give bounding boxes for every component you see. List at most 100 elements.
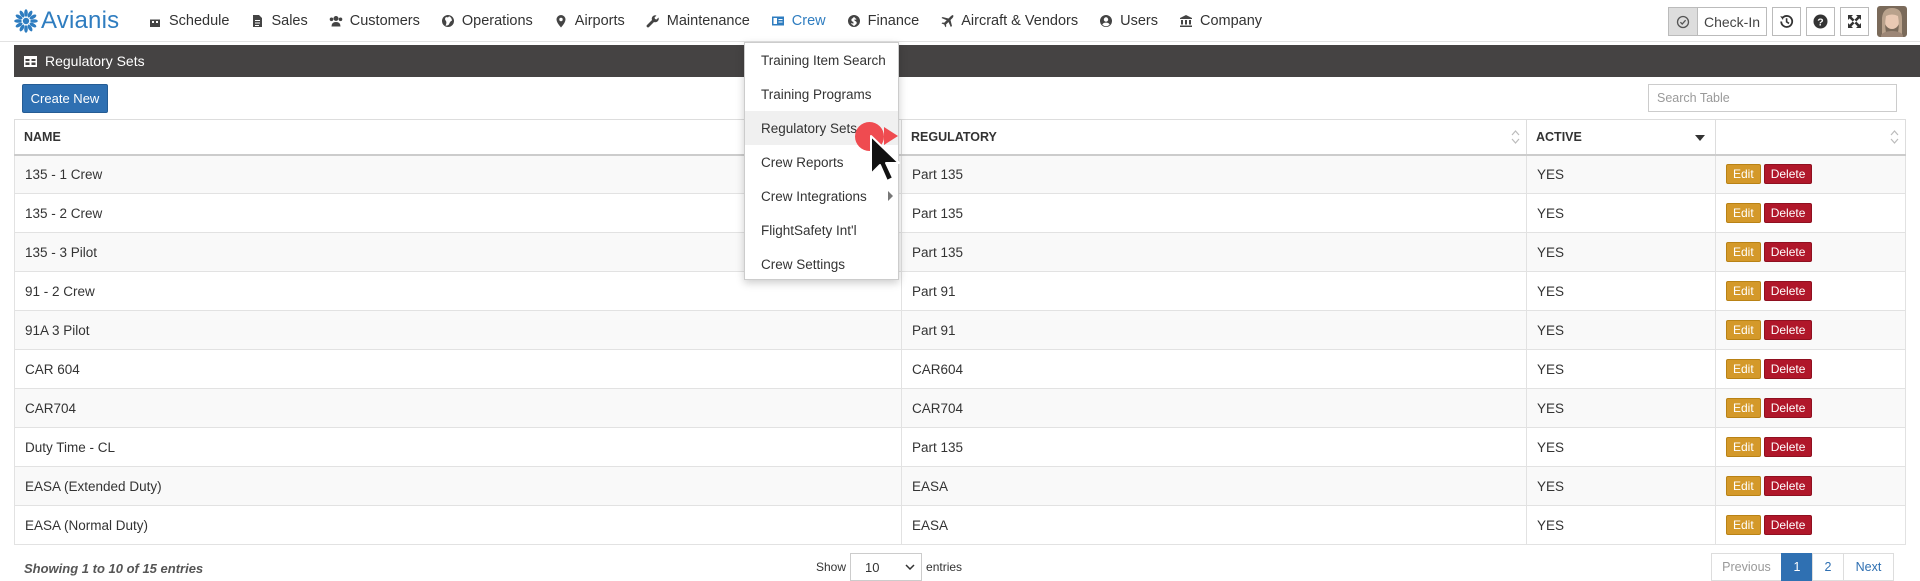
edit-button[interactable]: Edit bbox=[1726, 437, 1761, 457]
nav-item-label: Aircraft & Vendors bbox=[961, 13, 1079, 29]
column-header-name-label: NAME bbox=[24, 129, 61, 144]
column-header-regulatory[interactable]: REGULATORY bbox=[901, 119, 1527, 156]
cell-regulatory: Part 91 bbox=[901, 271, 1527, 311]
menu-item-label: Regulatory Sets bbox=[761, 120, 858, 136]
menu-item-label: Crew Integrations bbox=[761, 188, 867, 204]
search-table-input[interactable] bbox=[1648, 84, 1897, 112]
nav-item-maintenance[interactable]: Maintenance bbox=[646, 13, 750, 29]
show-label: Show bbox=[816, 560, 847, 574]
delete-button[interactable]: Delete bbox=[1763, 203, 1813, 223]
column-header-actions[interactable] bbox=[1715, 119, 1906, 156]
menu-item-flightsafety-int-l[interactable]: FlightSafety Int'l bbox=[745, 213, 898, 247]
nav-item-label: Schedule bbox=[169, 13, 230, 29]
nav-item-label: Finance bbox=[867, 13, 920, 29]
delete-button[interactable]: Delete bbox=[1763, 242, 1813, 262]
panel-title: Regulatory Sets bbox=[45, 53, 145, 69]
row-actions: Edit Delete bbox=[1726, 320, 1905, 340]
avatar-image bbox=[1877, 6, 1907, 37]
delete-button[interactable]: Delete bbox=[1763, 476, 1813, 496]
cell-active: YES bbox=[1526, 427, 1716, 467]
nav-item-users[interactable]: Users bbox=[1099, 13, 1158, 29]
menu-item-label: FlightSafety Int'l bbox=[761, 222, 857, 238]
submenu-caret-icon bbox=[888, 191, 893, 201]
fullscreen-button[interactable] bbox=[1840, 7, 1869, 36]
create-new-button[interactable]: Create New bbox=[22, 84, 108, 113]
cell-actions: Edit Delete bbox=[1715, 349, 1906, 389]
edit-button[interactable]: Edit bbox=[1726, 359, 1761, 379]
edit-button[interactable]: Edit bbox=[1726, 320, 1761, 340]
cell-name: EASA (Extended Duty) bbox=[14, 466, 902, 506]
delete-button[interactable]: Delete bbox=[1763, 320, 1813, 340]
nav-item-operations[interactable]: Operations bbox=[441, 13, 533, 29]
delete-button[interactable]: Delete bbox=[1763, 515, 1813, 535]
edit-button[interactable]: Edit bbox=[1726, 476, 1761, 496]
cell-regulatory: CAR704 bbox=[901, 388, 1527, 428]
nav-item-sales[interactable]: Sales bbox=[250, 13, 308, 29]
nav-item-label: Company bbox=[1199, 13, 1263, 29]
cell-active: YES bbox=[1526, 466, 1716, 506]
cell-actions: Edit Delete bbox=[1715, 427, 1906, 467]
row-actions: Edit Delete bbox=[1726, 437, 1905, 457]
table-row: 135 - 2 Crew Part 135 YES Edit Delete bbox=[14, 193, 1906, 233]
cell-regulatory: EASA bbox=[901, 505, 1527, 545]
nav-item-label: Customers bbox=[349, 13, 420, 29]
edit-button[interactable]: Edit bbox=[1726, 164, 1761, 185]
brand-name: Avianis bbox=[41, 7, 120, 34]
menu-item-label: Crew Reports bbox=[761, 154, 844, 170]
edit-button[interactable]: Edit bbox=[1726, 203, 1761, 223]
panel-header: Regulatory Sets bbox=[14, 45, 1920, 77]
nav-item-label: Crew bbox=[791, 13, 826, 29]
menu-item-crew-settings[interactable]: Crew Settings bbox=[745, 247, 898, 281]
map-marker-icon bbox=[556, 15, 566, 28]
logo-petal bbox=[30, 19, 38, 23]
cell-regulatory: Part 135 bbox=[901, 427, 1527, 467]
sunburst-logo-icon bbox=[14, 9, 38, 33]
nav-item-finance[interactable]: Finance bbox=[847, 13, 920, 29]
history-button[interactable] bbox=[1772, 7, 1801, 36]
table-row: Duty Time - CL Part 135 YES Edit Delete bbox=[14, 427, 1906, 467]
table-row: 91 - 2 Crew Part 91 YES Edit Delete bbox=[14, 271, 1906, 311]
row-actions: Edit Delete bbox=[1726, 515, 1905, 535]
nav-item-aircraft-vendors[interactable]: Aircraft & Vendors bbox=[940, 13, 1078, 29]
edit-button[interactable]: Edit bbox=[1726, 242, 1761, 262]
table-grid-icon bbox=[24, 55, 37, 67]
top-navbar: Avianis Schedule Sales Customers Operations… bbox=[0, 0, 1920, 42]
delete-button[interactable]: Delete bbox=[1763, 281, 1813, 301]
user-avatar[interactable] bbox=[1877, 6, 1907, 37]
nav-item-schedule[interactable]: Schedule bbox=[148, 13, 229, 29]
table-row: EASA (Normal Duty) EASA YES Edit Delete bbox=[14, 505, 1906, 545]
delete-button[interactable]: Delete bbox=[1763, 359, 1813, 379]
delete-button[interactable]: Delete bbox=[1763, 164, 1813, 185]
cell-regulatory: Part 135 bbox=[901, 193, 1527, 233]
plane-icon bbox=[941, 15, 954, 28]
cell-active: YES bbox=[1526, 271, 1716, 311]
nav-item-label: Airports bbox=[574, 13, 625, 29]
cell-active: YES bbox=[1526, 505, 1716, 545]
mouse-pointer-icon bbox=[870, 135, 900, 182]
table-row: EASA (Extended Duty) EASA YES Edit Delete bbox=[14, 466, 1906, 506]
cell-regulatory: EASA bbox=[901, 466, 1527, 506]
sort-both-icon bbox=[1890, 130, 1899, 144]
avianis-logo[interactable]: Avianis bbox=[13, 5, 119, 37]
nav-item-customers[interactable]: Customers bbox=[329, 13, 420, 29]
nav-item-airports[interactable]: Airports bbox=[554, 13, 625, 29]
document-icon bbox=[253, 15, 263, 27]
edit-button[interactable]: Edit bbox=[1726, 281, 1761, 301]
nav-item-company[interactable]: Company bbox=[1179, 13, 1262, 29]
menu-item-training-programs[interactable]: Training Programs bbox=[745, 77, 898, 111]
nav-item-crew[interactable]: Crew bbox=[771, 13, 826, 29]
edit-button[interactable]: Edit bbox=[1726, 398, 1761, 418]
table-row: 135 - 1 Crew Part 135 YES Edit Delete bbox=[14, 154, 1906, 194]
help-button[interactable]: ? bbox=[1806, 7, 1835, 36]
delete-button[interactable]: Delete bbox=[1763, 437, 1813, 457]
menu-item-training-item-search[interactable]: Training Item Search bbox=[745, 43, 898, 77]
check-in-button[interactable]: Check-In bbox=[1668, 7, 1767, 36]
svg-text:?: ? bbox=[1817, 16, 1823, 28]
history-icon bbox=[1780, 15, 1794, 28]
sort-desc-icon bbox=[1695, 135, 1705, 141]
edit-button[interactable]: Edit bbox=[1726, 515, 1761, 535]
column-header-active[interactable]: ACTIVE bbox=[1526, 119, 1716, 156]
delete-button[interactable]: Delete bbox=[1763, 398, 1813, 418]
column-header-active-label: ACTIVE bbox=[1536, 129, 1582, 144]
cell-regulatory: CAR604 bbox=[901, 349, 1527, 389]
